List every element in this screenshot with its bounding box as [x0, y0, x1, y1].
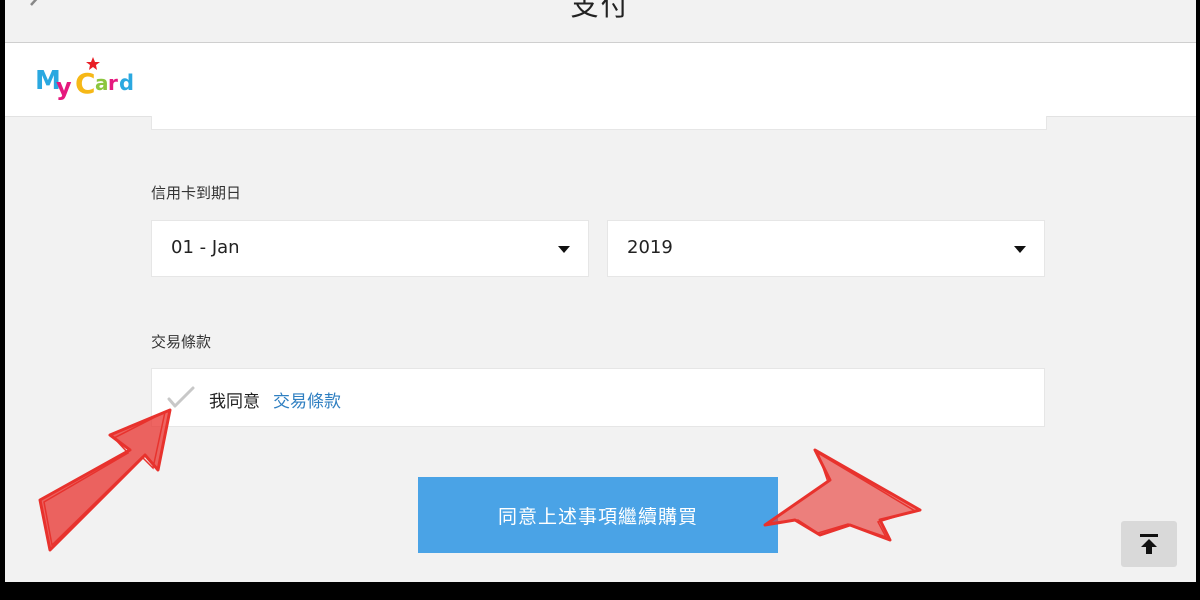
- annotation-arrow-right: [763, 448, 922, 542]
- agree-text: 我同意: [209, 392, 260, 412]
- terms-link[interactable]: 交易條款: [273, 387, 341, 412]
- expiry-month-select[interactable]: 01 - Jan: [151, 220, 589, 277]
- terms-section-label: 交易條款: [151, 333, 212, 351]
- scroll-to-top-button[interactable]: [1121, 521, 1177, 567]
- top-bar: 支付: [5, 0, 1196, 43]
- svg-text:a: a: [95, 71, 109, 95]
- check-icon[interactable]: [162, 381, 198, 411]
- expiry-year-value: 2019: [627, 237, 673, 258]
- agree-continue-purchase-button[interactable]: 同意上述事項繼續購買: [418, 477, 778, 553]
- expiry-month-value: 01 - Jan: [171, 237, 240, 258]
- svg-text:C: C: [75, 67, 96, 100]
- arrow-up-to-line-icon: [1140, 534, 1158, 554]
- terms-agreement-box: 我同意 交易條款: [151, 368, 1045, 427]
- caret-down-icon: [558, 246, 570, 253]
- page-title: 支付: [570, 0, 631, 22]
- mycard-logo: M y C a r d: [35, 57, 134, 101]
- logo-bar: M y C a r d: [5, 43, 1196, 117]
- previous-input-field[interactable]: [151, 116, 1047, 130]
- expiry-year-select[interactable]: 2019: [607, 220, 1045, 277]
- svg-text:d: d: [119, 71, 134, 95]
- svg-text:r: r: [108, 71, 118, 95]
- expiry-date-label: 信用卡到期日: [151, 184, 242, 202]
- svg-text:y: y: [56, 73, 72, 101]
- caret-down-icon: [1014, 246, 1026, 253]
- payment-screen: 支付 M y C a r d 信用卡到期日 01 - Jan 2019 交易條款…: [5, 0, 1196, 582]
